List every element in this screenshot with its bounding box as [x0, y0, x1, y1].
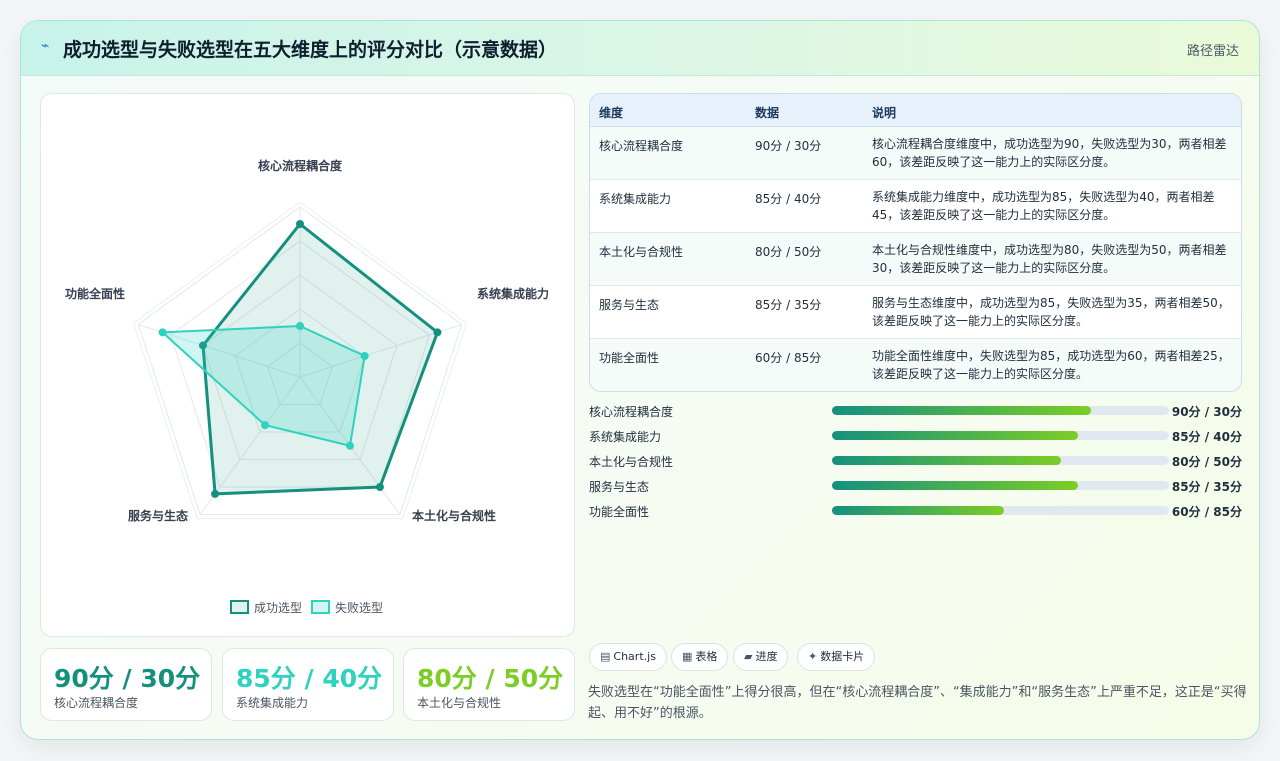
tag-chartjs[interactable]: ▤ Chart.js: [589, 643, 667, 671]
page-title: 成功选型与失败选型在五大维度上的评分对比（示意数据）: [63, 39, 558, 61]
progress-track: [832, 506, 1169, 515]
progress-fill: [832, 506, 1004, 515]
stat-card-3: 80分 / 50分 本土化与合规性: [403, 648, 575, 721]
progress-label: 功能全面性: [589, 505, 650, 519]
table-row: 本土化与合规性 80分 / 50分 本土化与合规性维度中，成功选型为80，失败选…: [590, 233, 1241, 286]
progress-fill: [832, 406, 1092, 415]
cell-dimension: 功能全面性: [599, 351, 660, 365]
route-badge[interactable]: 路径雷达: [1187, 40, 1239, 59]
progress-label: 核心流程耦合度: [589, 405, 674, 419]
data-point: [360, 351, 369, 360]
data-point: [433, 328, 442, 337]
column-header-data: 数据: [755, 106, 780, 120]
header-bar: ⌁ 成功选型与失败选型在五大维度上的评分对比（示意数据） 路径雷达: [21, 21, 1259, 76]
data-point: [158, 328, 167, 337]
cell-description: 功能全面性维度中，失败选型为85，成功选型为60，两者相差25，该差距反映了这一…: [872, 349, 1230, 381]
progress-value: 60分 / 85分: [1171, 505, 1242, 519]
table-header: 维度 数据 说明: [590, 94, 1241, 127]
progress-value: 85分 / 35分: [1171, 480, 1242, 494]
table-row: 功能全面性 60分 / 85分 功能全面性维度中，失败选型为85，成功选型为60…: [590, 339, 1241, 391]
cell-data: 80分 / 50分: [755, 245, 822, 259]
progress-label: 服务与生态: [589, 480, 650, 494]
progress-row: 服务与生态 85分 / 35分: [589, 476, 1242, 496]
data-point: [296, 322, 304, 330]
progress-row: 核心流程耦合度 90分 / 30分: [589, 401, 1242, 421]
radar-chart: 核心流程耦合度系统集成能力本土化与合规性 服务与生态 功能全面性成功选型 失败选型: [65, 158, 549, 615]
tag-data-card[interactable]: ✦ 数据卡片: [797, 643, 876, 671]
table-row: 服务与生态 85分 / 35分 服务与生态维度中，成功选型为85，失败选型为35…: [590, 286, 1241, 339]
cell-description: 系统集成能力维度中，成功选型为85，失败选型为40，两者相差45，该差距反映了这…: [872, 190, 1215, 222]
data-point: [261, 421, 270, 430]
stat-card-2: 85分 / 40分 系统集成能力: [222, 648, 394, 721]
column-header-description: 说明: [872, 106, 897, 120]
progress-track: [832, 481, 1169, 490]
sparkle-icon: ✦: [808, 650, 818, 663]
main-card: ⌁ 成功选型与失败选型在五大维度上的评分对比（示意数据） 路径雷达 核心流程耦合…: [20, 20, 1260, 740]
cell-description: 服务与生态维度中，成功选型为85，失败选型为35，两者相差50，该差距反映了这一…: [872, 296, 1230, 328]
stat-label: 本土化与合规性: [417, 696, 502, 710]
cell-data: 85分 / 35分: [755, 298, 822, 312]
cell-dimension: 核心流程耦合度: [599, 139, 684, 153]
stat-label: 系统集成能力: [236, 696, 309, 710]
axis-label: 本土化与合规性: [412, 508, 496, 523]
progress-track: [832, 431, 1169, 440]
progress-icon: ▰: [744, 650, 753, 663]
stat-value: 80分 / 50分: [417, 664, 564, 693]
progress-row: 本土化与合规性 80分 / 50分: [589, 451, 1242, 471]
cell-dimension: 本土化与合规性: [599, 245, 684, 259]
summary-note: 失败选型在“功能全面性”上得分很高，但在“核心流程耦合度”、“集成能力”和“服务…: [588, 685, 1247, 721]
axis-label: 功能全面性: [65, 286, 125, 301]
data-point: [345, 441, 354, 450]
cell-data: 60分 / 85分: [755, 351, 822, 365]
cell-dimension: 服务与生态: [599, 298, 660, 312]
tag-label: Chart.js: [613, 650, 656, 663]
legend-swatch: [230, 600, 249, 614]
cell-description: 核心流程耦合度维度中，成功选型为90，失败选型为30，两者相差60，该差距反映了…: [872, 137, 1227, 169]
data-point: [211, 489, 220, 498]
cell-data: 90分 / 30分: [755, 139, 822, 153]
progress-value: 90分 / 30分: [1171, 405, 1242, 419]
progress-value: 80分 / 50分: [1171, 455, 1242, 469]
progress-track: [832, 406, 1169, 415]
progress-label: 系统集成能力: [589, 430, 662, 444]
axis-label: 系统集成能力: [477, 286, 549, 301]
table-icon: ▦: [682, 650, 693, 663]
data-point: [375, 483, 384, 492]
progress-label: 本土化与合规性: [589, 455, 674, 469]
progress-row: 系统集成能力 85分 / 40分: [589, 426, 1242, 446]
tag-progress[interactable]: ▰ 进度: [733, 643, 789, 671]
tag-label: 表格: [695, 650, 718, 663]
legend-label: 成功选型: [254, 601, 302, 615]
stat-value: 90分 / 30分: [54, 664, 201, 693]
stat-label: 核心流程耦合度: [54, 696, 139, 710]
progress-row: 功能全面性 60分 / 85分: [589, 501, 1242, 521]
cell-dimension: 系统集成能力: [599, 192, 672, 206]
tag-label: 数据卡片: [820, 650, 865, 663]
radar-chart-panel: 核心流程耦合度系统集成能力本土化与合规性 服务与生态 功能全面性成功选型 失败选型: [40, 93, 575, 637]
legend-label: 失败选型: [335, 600, 383, 615]
stat-card-1: 90分 / 30分 核心流程耦合度: [40, 648, 212, 721]
progress-track: [832, 456, 1169, 465]
tag-table[interactable]: ▦ 表格: [671, 643, 729, 671]
progress-fill: [832, 431, 1078, 440]
stat-value: 85分 / 40分: [236, 664, 383, 693]
data-table: 维度 数据 说明 核心流程耦合度 90分 / 30分 核心流程耦合度维度中，成功…: [589, 93, 1242, 392]
data-point: [296, 220, 304, 228]
column-header-dimension: 维度: [599, 106, 624, 120]
axis-label: 服务与生态: [128, 508, 188, 523]
tag-label: 进度: [755, 650, 778, 663]
progress-fill: [832, 456, 1062, 465]
table-row: 核心流程耦合度 90分 / 30分 核心流程耦合度维度中，成功选型为90，失败选…: [590, 127, 1241, 180]
legend-swatch: [311, 600, 330, 614]
progress-value: 85分 / 40分: [1171, 430, 1242, 444]
cell-description: 本土化与合规性维度中，成功选型为80，失败选型为50，两者相差30，该差距反映了…: [872, 243, 1227, 275]
lightning-icon: ⌁: [41, 38, 50, 54]
chart-icon: ▤: [600, 650, 611, 663]
axis-label: 核心流程耦合度: [258, 158, 343, 173]
cell-data: 85分 / 40分: [755, 192, 822, 206]
table-row: 系统集成能力 85分 / 40分 系统集成能力维度中，成功选型为85，失败选型为…: [590, 180, 1241, 233]
progress-fill: [832, 481, 1078, 490]
